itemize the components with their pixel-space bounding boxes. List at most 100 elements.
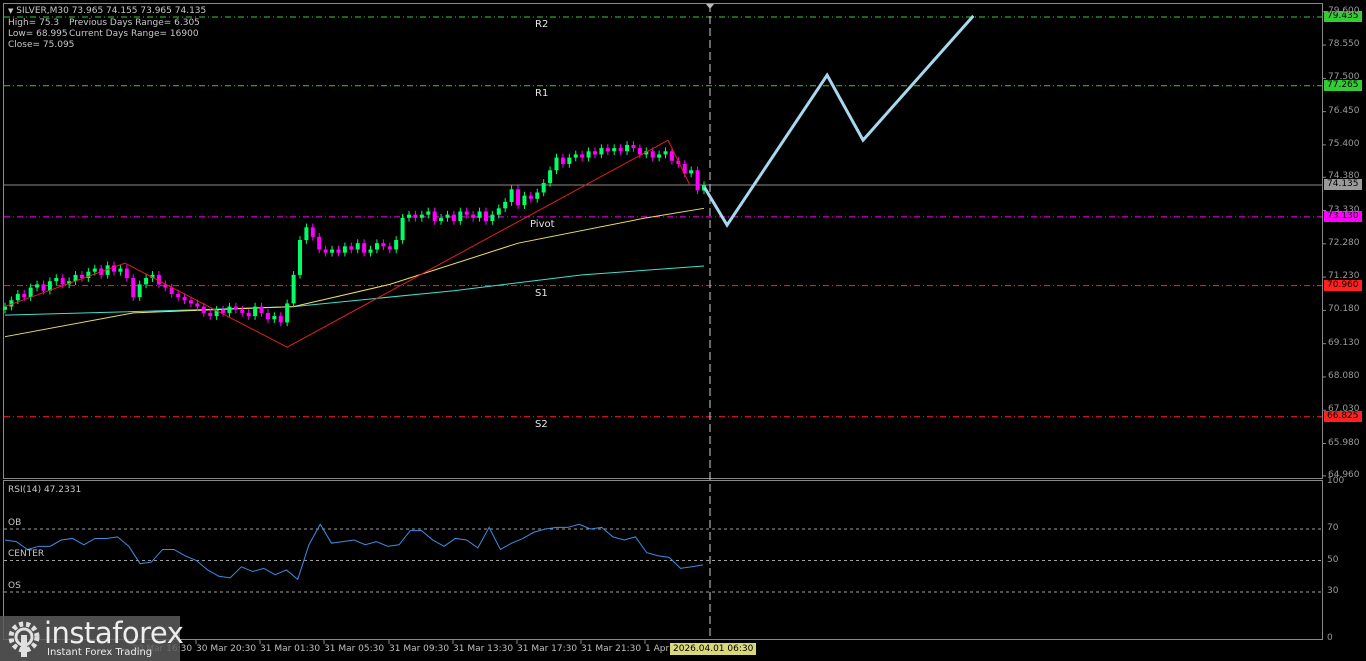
level-label-s1: S1 [535,287,548,299]
candle-body [426,211,431,215]
high-text: High= 75.3 [8,18,60,28]
instaforex-logo: instaforex Instant Forex Trading [0,616,184,661]
price-axis-label: 75.400 [1328,138,1360,149]
candle-body [60,278,65,285]
candle-body [317,236,322,250]
time-axis-label: 1 Apr [645,644,670,654]
gear-logo-icon [8,621,40,657]
rsi-center-label: CENTER [8,549,45,559]
candle-body [22,293,27,298]
time-axis-label: 31 Mar 05:30 [324,644,385,654]
candle-body [310,227,315,237]
candle-body [625,144,630,152]
candle-body [522,195,527,206]
candle-body [272,316,277,320]
candle-body [528,195,533,199]
candle-body [573,154,578,158]
candle-body [291,274,296,304]
rsi-axis-label: 70 [1327,523,1339,533]
rsi-axis-label: 100 [1327,475,1345,486]
candle-body [496,208,501,215]
candle-body [477,211,482,218]
close-text: Close= 75.095 [8,40,75,50]
candle-body [240,309,245,313]
rsi-title: RSI(14) 47.2331 [8,485,82,495]
rsi-line [4,523,704,581]
candle-body [657,154,662,158]
candle-body [407,214,412,218]
candle-body [586,151,591,158]
price-axis-label: 73.330 [1328,204,1360,215]
level-label-pivot: Pivot [530,218,555,230]
candle-body [580,154,585,158]
candle-body [124,268,129,279]
price-axis-label: 77.500 [1328,72,1360,83]
candle-body [342,246,347,253]
candle-body [368,249,373,253]
symbol-quote: SILVER,M30 73.965 74.155 73.965 74.135 [16,6,207,16]
price-axis-label: 74.380 [1328,171,1360,182]
candle-body [637,148,642,155]
candle-body [650,151,655,158]
candle-body [201,306,206,313]
candle-body [323,249,328,253]
candle-body [490,214,495,221]
price-axis-label: 70.180 [1328,304,1360,315]
candle-body [560,157,565,164]
time-cursor-tag: 2026.04.01 06:30 [670,643,757,655]
candle-body [605,148,610,152]
candle-body [227,306,232,313]
candle-body [618,148,623,152]
rsi-axis-label: 0 [1327,633,1333,644]
candle-body [297,240,302,275]
rsi-ob-label: OB [8,518,22,528]
candle-body [689,170,694,174]
price-axis-label: 72.280 [1328,237,1360,248]
candle-body [118,268,123,272]
rsi-axis-label: 30 [1327,586,1339,596]
candle-body [15,293,20,301]
collapse-arrow-icon[interactable]: ▼ [8,7,13,15]
level-label-r2: R2 [535,19,549,30]
candle-body [464,211,469,215]
candle-body [503,201,508,209]
price-axis-label: 68.080 [1328,370,1360,381]
candle-body [54,278,59,282]
time-cursor-marker-icon [706,4,714,9]
candle-body [567,157,572,164]
candle-body [554,157,559,171]
level-label-r1: R1 [535,87,549,99]
candle-body [387,246,392,250]
price-axis-label: 65.980 [1328,437,1360,448]
price-axis-label: 76.450 [1328,105,1360,116]
candle-body [188,300,193,304]
forecast-line [703,14,975,228]
candle-body [92,268,97,272]
candle-body [483,211,488,221]
candle-body [599,148,604,155]
candle-body [612,148,617,152]
candle-body [304,227,309,241]
ma-slow-line [4,265,705,316]
time-axis-label: 31 Mar 21:30 [581,644,642,654]
candle-body [278,316,283,323]
level-label-s2: S2 [535,418,548,430]
candle-body [419,214,424,218]
candle-body [208,312,213,317]
candle-body [394,240,399,250]
candle-body [592,151,597,155]
candle-body [669,151,674,161]
candle-body [663,151,668,155]
time-axis-label: 31 Mar 13:30 [453,644,514,654]
candle-body [381,243,386,247]
candle-body [471,214,476,218]
candle-body [35,284,40,288]
candle-body [458,211,463,221]
candle-body [131,278,136,298]
low-text: Low= 68.995 [8,29,68,39]
candle-body [362,243,367,253]
candle-body [79,274,84,279]
candle-body [355,243,360,250]
price-tag-s1: 70.960 [1324,279,1362,291]
prev-range-text: Previous Days Range= 6.305 [69,18,200,28]
